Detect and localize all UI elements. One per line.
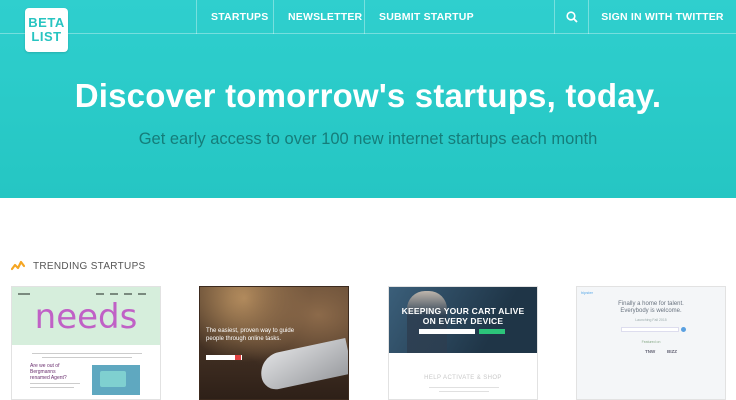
card-preview-featured-label: Featured on [641, 340, 661, 344]
startup-card[interactable]: hipster Finally a home for talent. Every… [576, 286, 726, 400]
card-preview-button [479, 329, 505, 334]
startup-card[interactable]: needs Are we out of Bergmanns renamed Ag… [11, 286, 161, 400]
card-preview-button [235, 355, 241, 360]
card-preview-title: KEEPING YOUR CART ALIVE ON EVERY DEVICE [401, 306, 525, 326]
card-preview-image-detail [100, 371, 126, 387]
hero-section: BETA LIST STARTUPS NEWSLETTER SUBMIT STA… [0, 0, 736, 198]
trending-header: TRENDING STARTUPS [11, 259, 146, 273]
hero-subtitle: Get early access to over 100 new interne… [138, 130, 598, 148]
card-preview-header: KEEPING YOUR CART ALIVE ON EVERY DEVICE [389, 287, 537, 353]
search-icon [565, 11, 578, 23]
card-preview-footer-text: HELP ACTIVATE & SHOP [424, 375, 502, 381]
nav-newsletter-link[interactable]: NEWSLETTER [273, 0, 364, 34]
card-preview-logo-word: needs [34, 297, 138, 337]
nav-signin-label: SIGN IN WITH TWITTER [601, 11, 724, 23]
card-preview-brand: BIZZ [667, 349, 677, 354]
card-preview-logo: hipster [581, 290, 594, 295]
card-preview-text: The easiest, proven way to guide people … [206, 328, 295, 342]
nav-startups-link[interactable]: STARTUPS [196, 0, 273, 34]
nav-newsletter-label: NEWSLETTER [288, 11, 363, 23]
nav-submit-label: SUBMIT STARTUP [379, 11, 474, 23]
startup-card[interactable]: KEEPING YOUR CART ALIVE ON EVERY DEVICE … [388, 286, 538, 400]
nav-startups-label: STARTUPS [211, 11, 269, 23]
card-preview-text: Are we out of Bergmanns renamed Agent? [30, 363, 67, 381]
card-preview-title: Finally a home for talent. Everybody is … [618, 301, 684, 314]
trending-label: TRENDING STARTUPS [33, 260, 146, 272]
card-preview-button [681, 327, 686, 332]
hero-title: Discover tomorrow's startups, today. [74, 77, 662, 114]
card-preview-input [419, 329, 475, 334]
logo-line-1: BETA [28, 15, 65, 30]
nav-submit-startup-link[interactable]: SUBMIT STARTUP [364, 0, 476, 34]
card-preview-subtext: Launching Fall 2015 [635, 318, 667, 322]
betalist-logo[interactable]: BETA LIST [25, 8, 68, 52]
logo-line-2: LIST [31, 29, 62, 44]
card-preview-header: needs [12, 287, 160, 345]
top-nav: BETA LIST STARTUPS NEWSLETTER SUBMIT STA… [0, 0, 736, 52]
trending-icon [11, 260, 25, 271]
card-preview-input [621, 327, 679, 332]
search-button[interactable] [554, 0, 588, 34]
startup-card[interactable]: The easiest, proven way to guide people … [199, 286, 349, 400]
card-preview-brand: TNW [645, 349, 656, 354]
sign-in-twitter-link[interactable]: SIGN IN WITH TWITTER [588, 0, 736, 34]
